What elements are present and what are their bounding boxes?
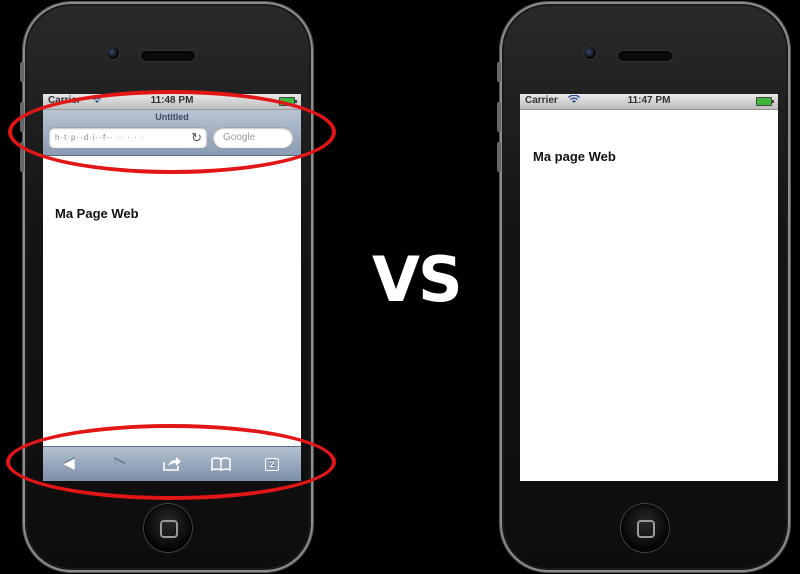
mute-switch	[497, 62, 501, 82]
page-heading: Ma Page Web	[55, 206, 139, 221]
home-square-icon	[160, 520, 178, 538]
mute-switch	[20, 62, 24, 82]
home-button[interactable]	[144, 504, 192, 552]
front-camera-icon	[584, 47, 596, 59]
right-iphone: Carrier 11:47 PM Ma page Web	[497, 2, 790, 572]
front-camera-icon	[107, 47, 119, 59]
top-toolbar-highlight	[8, 90, 336, 174]
vs-label: VS	[372, 243, 463, 316]
home-button[interactable]	[621, 504, 669, 552]
right-screen: Carrier 11:47 PM Ma page Web	[520, 94, 778, 481]
volume-down-button	[497, 142, 501, 172]
earpiece-speaker	[618, 51, 672, 61]
home-square-icon	[637, 520, 655, 538]
page-heading: Ma page Web	[533, 149, 616, 164]
earpiece-speaker	[141, 51, 195, 61]
status-time: 11:47 PM	[627, 95, 671, 106]
status-bar: Carrier 11:47 PM	[520, 94, 778, 110]
bottom-toolbar-highlight	[6, 424, 336, 500]
battery-icon	[756, 97, 774, 106]
volume-up-button	[497, 102, 501, 132]
